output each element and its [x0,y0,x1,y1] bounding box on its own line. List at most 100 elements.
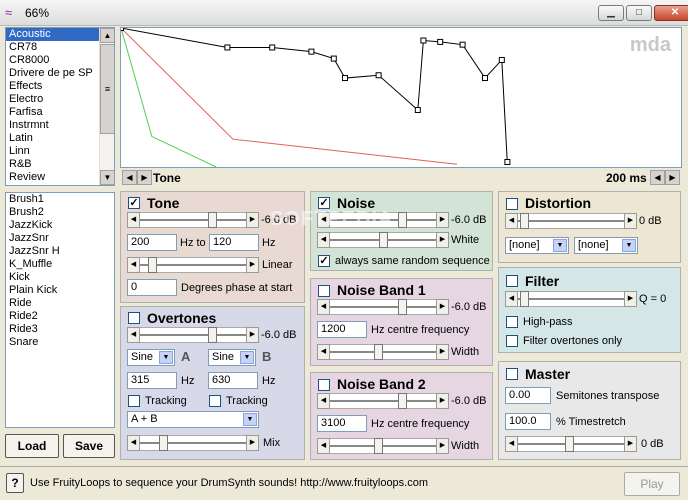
scroll-up-icon[interactable]: ▲ [100,28,114,43]
envelope-point[interactable] [482,75,488,82]
slider-left-icon[interactable]: ◀ [505,291,518,307]
minimize-button[interactable]: ▁ [598,5,624,21]
slider-left-icon[interactable]: ◀ [505,436,518,452]
slider-right-icon[interactable]: ▶ [436,232,449,248]
slider-right-icon[interactable]: ▶ [624,291,637,307]
scroll-down-icon[interactable]: ▼ [100,170,114,185]
preset-item[interactable]: Acoustic [6,28,114,41]
distortion-level-slider[interactable]: ◀ ▶ [505,213,637,229]
slider-thumb[interactable] [519,213,529,229]
slider-right-icon[interactable]: ▶ [436,344,449,360]
master-checkbox[interactable] [506,368,518,380]
sample-list[interactable]: Brush1 Brush2 JazzKick JazzSnr JazzSnr H K_Mu… [5,192,115,428]
sample-item[interactable]: Ride [6,297,114,310]
slider-right-icon[interactable]: ▶ [246,212,259,228]
envelope-point[interactable] [498,56,505,63]
preset-item[interactable]: CR78 [6,41,114,54]
help-button[interactable]: ? [6,473,24,493]
graph-right-icon[interactable]: ▶ [137,170,152,185]
tone-checkbox[interactable]: ✓ [128,197,140,209]
slider-left-icon[interactable]: ◀ [127,257,140,273]
envelope-point[interactable] [375,72,382,79]
slider-left-icon[interactable]: ◀ [317,438,330,454]
slider-left-icon[interactable]: ◀ [317,299,330,315]
preset-item[interactable]: Effects [6,80,114,93]
sample-item[interactable]: Brush2 [6,206,114,219]
time-left-icon[interactable]: ◀ [650,170,665,185]
sample-item[interactable]: Brush1 [6,193,114,206]
scroll-thumb[interactable]: ≡ [100,44,114,134]
play-button[interactable]: Play [624,472,680,496]
slider-thumb[interactable] [378,232,388,248]
slider-right-icon[interactable]: ▶ [624,213,637,229]
slider-thumb[interactable] [207,212,217,228]
mix-mode-select[interactable]: A + B ▼ [127,411,259,428]
filter-checkbox[interactable] [506,275,518,287]
preset-item[interactable]: Review [6,171,114,184]
envelope-point[interactable] [121,28,124,31]
slider-right-icon[interactable]: ▶ [436,438,449,454]
preset-scrollbar[interactable]: ▲ ≡ ▼ [99,28,114,185]
slider-right-icon[interactable]: ▶ [246,327,259,343]
white-slider[interactable]: ◀ ▶ [317,232,449,248]
slider-thumb[interactable] [373,344,383,360]
noise-band-2-level-slider[interactable]: ◀ ▶ [317,393,449,409]
sample-item[interactable]: Kick [6,271,114,284]
always-same-checkbox[interactable]: ✓ [318,255,330,267]
slider-thumb[interactable] [397,212,407,228]
save-button[interactable]: Save [63,434,115,458]
distortion-select-2[interactable]: [none] ▼ [574,237,638,254]
filter-q-slider[interactable]: ◀ ▶ [505,291,637,307]
slider-left-icon[interactable]: ◀ [127,435,140,451]
master-level-slider[interactable]: ◀ ▶ [505,436,637,452]
preset-item[interactable]: Farfisa [6,106,114,119]
close-button[interactable]: ✕ [654,5,688,21]
overtone-a-freq-input[interactable]: 315 [127,372,177,389]
envelope-point[interactable] [342,75,348,82]
mix-slider[interactable]: ◀ ▶ [127,435,259,451]
sample-item[interactable]: JazzSnr H [6,245,114,258]
graph-left-icon[interactable]: ◀ [122,170,137,185]
sample-item[interactable]: Snare [6,336,114,349]
slider-thumb[interactable] [397,299,407,315]
preset-item[interactable]: Instrmnt [6,119,114,132]
sample-item[interactable]: Ride3 [6,323,114,336]
preset-list[interactable]: Acoustic CR78 CR8000 Drivere de pe SP Effect… [5,27,115,186]
preset-item[interactable]: Latin [6,132,114,145]
tone-f1-input[interactable]: 200 [127,234,177,251]
slider-thumb[interactable] [519,291,529,307]
maximize-button[interactable]: □ [626,5,652,21]
noise-band-2-freq-input[interactable]: 3100 [317,415,367,432]
highpass-checkbox[interactable] [506,316,518,328]
slider-left-icon[interactable]: ◀ [317,344,330,360]
preset-item[interactable]: Drivere de pe SP [6,67,114,80]
slider-right-icon[interactable]: ▶ [436,393,449,409]
envelope-point[interactable] [224,44,231,51]
preset-item[interactable]: Linn [6,145,114,158]
noise-band-1-freq-input[interactable]: 1200 [317,321,367,338]
envelope-graph[interactable]: mda [120,27,682,168]
slider-thumb[interactable] [373,438,383,454]
envelope-point[interactable] [504,159,511,165]
tone-sweep-slider[interactable]: ◀ ▶ [127,257,259,273]
timestretch-input[interactable]: 100.0 [505,413,551,430]
overtones-checkbox[interactable] [128,312,140,324]
overtone-b-freq-input[interactable]: 630 [208,372,258,389]
preset-item[interactable]: R&B [6,158,114,171]
slider-left-icon[interactable]: ◀ [127,327,140,343]
tone-f2-input[interactable]: 120 [209,234,259,251]
tone-phase-input[interactable]: 0 [127,279,177,296]
slider-left-icon[interactable]: ◀ [317,232,330,248]
slider-right-icon[interactable]: ▶ [436,212,449,228]
filter-overtones-checkbox[interactable] [506,335,518,347]
noise-band-1-level-slider[interactable]: ◀ ▶ [317,299,449,315]
sample-item[interactable]: Plain Kick [6,284,114,297]
envelope-point[interactable] [269,44,276,51]
slider-thumb[interactable] [147,257,157,273]
preset-item[interactable]: Electro [6,93,114,106]
sample-item[interactable]: Ride2 [6,310,114,323]
slider-left-icon[interactable]: ◀ [317,393,330,409]
envelope-point[interactable] [414,107,421,114]
slider-thumb[interactable] [159,435,169,451]
wave-b-select[interactable]: Sine ▼ [208,349,256,366]
